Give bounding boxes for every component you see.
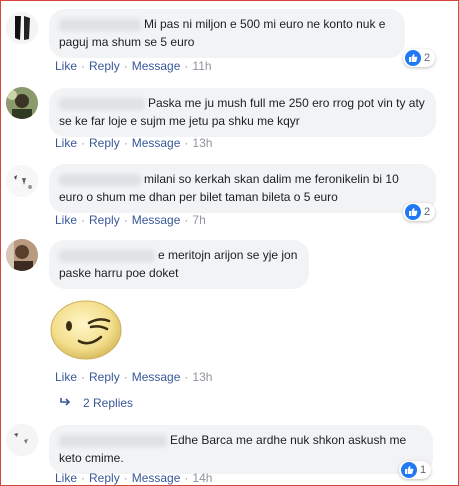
separator: · (184, 471, 189, 485)
like-link[interactable]: Like (55, 213, 77, 227)
like-link[interactable]: Like (55, 370, 77, 384)
reaction-number: 2 (424, 206, 431, 218)
like-link[interactable]: Like (55, 471, 77, 485)
view-replies-button[interactable]: 2 Replies (59, 396, 133, 410)
comment-bubble: milani so kerkah skan dalim me feronikel… (49, 164, 436, 213)
reply-link[interactable]: Reply (89, 136, 120, 150)
separator: · (123, 213, 128, 227)
comments-panel: Mi pas ni miljon e 500 mi euro ne konto … (0, 0, 459, 486)
avatar[interactable] (6, 239, 38, 271)
timestamp[interactable]: 14h (192, 471, 212, 485)
author-name[interactable] (59, 249, 155, 262)
separator: · (184, 213, 189, 227)
comment-bubble: Paska me ju mush full me 250 ero rrog po… (49, 88, 436, 137)
author-name[interactable] (59, 434, 167, 447)
reaction-number: 2 (424, 52, 431, 64)
timestamp[interactable]: 7h (192, 213, 205, 227)
comment-actions: Like · Reply · Message · 13h (55, 136, 212, 150)
separator: · (184, 59, 189, 73)
reply-link[interactable]: Reply (89, 471, 120, 485)
like-thumb-icon (405, 50, 421, 66)
timestamp[interactable]: 13h (192, 136, 212, 150)
timestamp[interactable]: 11h (192, 59, 211, 73)
separator: · (184, 136, 189, 150)
separator: · (123, 136, 128, 150)
avatar[interactable] (6, 424, 38, 456)
reaction-count[interactable]: 2 (403, 49, 436, 67)
message-link[interactable]: Message (132, 370, 181, 384)
timestamp[interactable]: 13h (192, 370, 212, 384)
message-link[interactable]: Message (132, 136, 181, 150)
comment-bubble: Mi pas ni miljon e 500 mi euro ne konto … (49, 9, 405, 58)
comment-actions: Like · Reply · Message · 11h (55, 59, 212, 73)
comment-actions: Like · Reply · Message · 7h (55, 213, 206, 227)
separator: · (81, 136, 86, 150)
message-link[interactable]: Message (132, 59, 181, 73)
separator: · (123, 370, 128, 384)
like-thumb-icon (401, 462, 417, 478)
separator: · (81, 370, 86, 384)
comment-actions: Like · Reply · Message · 14h (55, 471, 212, 485)
like-link[interactable]: Like (55, 136, 77, 150)
reaction-count[interactable]: 1 (399, 461, 432, 479)
like-thumb-icon (405, 204, 421, 220)
reaction-number: 1 (420, 464, 427, 476)
separator: · (123, 471, 128, 485)
reply-link[interactable]: Reply (89, 59, 120, 73)
reaction-count[interactable]: 2 (403, 203, 436, 221)
avatar[interactable] (6, 87, 38, 119)
author-name[interactable] (59, 18, 141, 31)
avatar[interactable] (6, 165, 38, 197)
avatar[interactable] (6, 12, 38, 44)
reply-arrow-icon (59, 396, 71, 410)
separator: · (81, 471, 86, 485)
message-link[interactable]: Message (132, 471, 181, 485)
reply-link[interactable]: Reply (89, 370, 120, 384)
author-name[interactable] (59, 173, 141, 186)
replies-label: 2 Replies (83, 396, 134, 410)
comment-bubble: e meritojn arijon se yje jon paske harru… (49, 240, 309, 289)
author-name[interactable] (59, 97, 145, 110)
separator: · (123, 59, 128, 73)
comment-actions: Like · Reply · Message · 13h (55, 370, 212, 384)
separator: · (184, 370, 189, 384)
reply-link[interactable]: Reply (89, 213, 120, 227)
like-link[interactable]: Like (55, 59, 77, 73)
winking-face-sticker (49, 297, 123, 361)
separator: · (81, 213, 86, 227)
message-link[interactable]: Message (132, 213, 181, 227)
comment-bubble: Edhe Barca me ardhe nuk shkon askush me … (49, 425, 433, 474)
separator: · (81, 59, 86, 73)
